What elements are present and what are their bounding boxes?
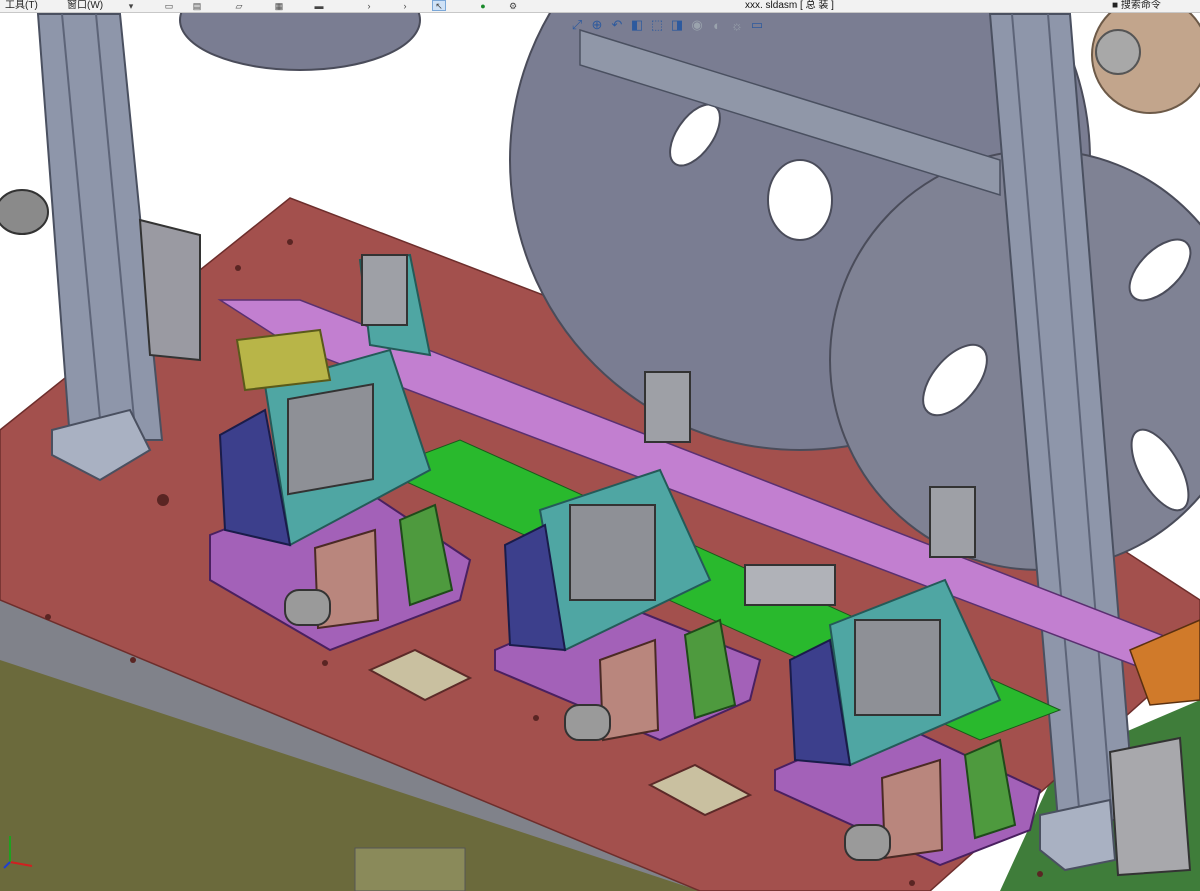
previous-view-icon[interactable]: ↶	[608, 14, 626, 36]
section-view-icon[interactable]: ◧	[628, 14, 646, 36]
options-icon[interactable]: ⚙	[506, 0, 520, 11]
print-icon[interactable]: ▦	[272, 0, 286, 11]
cylinder-body	[569, 504, 656, 601]
motor-block	[138, 218, 201, 362]
olive-block	[235, 328, 332, 392]
motor-left	[0, 189, 49, 235]
zoom-fit-icon[interactable]: ⤢	[568, 14, 586, 36]
view-settings-icon[interactable]: ▭	[748, 14, 766, 36]
view-orientation-icon[interactable]: ⬚	[648, 14, 666, 36]
search-commands-label: 搜索命令	[1120, 0, 1161, 11]
undo-icon[interactable]: ▬	[312, 0, 326, 11]
menu-tools[interactable]: 工具(T)	[2, 0, 41, 12]
search-icon: ■	[1112, 0, 1121, 11]
graphics-viewport[interactable]	[0, 0, 1200, 891]
right-end-block	[1108, 736, 1192, 877]
display-style-icon[interactable]: ◨	[668, 14, 686, 36]
reel-hub-core	[1095, 29, 1141, 75]
coordinate-triad	[3, 836, 33, 869]
cylinder-body	[287, 383, 374, 496]
open-icon[interactable]: ▤	[190, 0, 204, 11]
select-icon[interactable]: ↖	[432, 0, 446, 11]
document-title: xxx. sldasm [ 总 装 ]	[745, 0, 834, 11]
cylinder-rod	[284, 589, 331, 626]
menu-bar: 工具(T) 窗口(W) ▾ ▭ ▤ ▱ ▦ ▬ › › ↖ ● ⚙ xxx. s…	[0, 0, 1200, 13]
dropdown-arrow-icon[interactable]: ▾	[124, 0, 138, 11]
search-commands[interactable]: ■ 搜索命令	[1112, 0, 1161, 12]
hide-show-icon[interactable]: ◉	[688, 14, 706, 36]
linear-guide	[744, 564, 836, 606]
save-icon[interactable]: ▱	[232, 0, 246, 11]
heads-up-view-toolbar: ⤢ ⊕ ↶ ◧ ⬚ ◨ ◉ ◐ ☼ ▭	[568, 14, 766, 40]
scene-icon[interactable]: ☼	[728, 14, 746, 36]
arrow-icon[interactable]: ›	[398, 0, 412, 11]
rebuild-icon[interactable]: ●	[476, 0, 490, 11]
cylinder-rod	[844, 824, 891, 861]
lower-panel	[354, 847, 466, 891]
menu-window[interactable]: 窗口(W)	[64, 0, 106, 12]
slide-cylinder	[644, 371, 691, 443]
cylinder-body	[854, 619, 941, 716]
zoom-area-icon[interactable]: ⊕	[588, 14, 606, 36]
appearance-icon[interactable]: ◐	[708, 14, 726, 36]
redo-icon[interactable]: ›	[362, 0, 376, 11]
cylinder-rod	[564, 704, 611, 741]
slide-cylinder	[929, 486, 976, 558]
slide-cylinder	[361, 254, 408, 326]
new-icon[interactable]: ▭	[162, 0, 176, 11]
